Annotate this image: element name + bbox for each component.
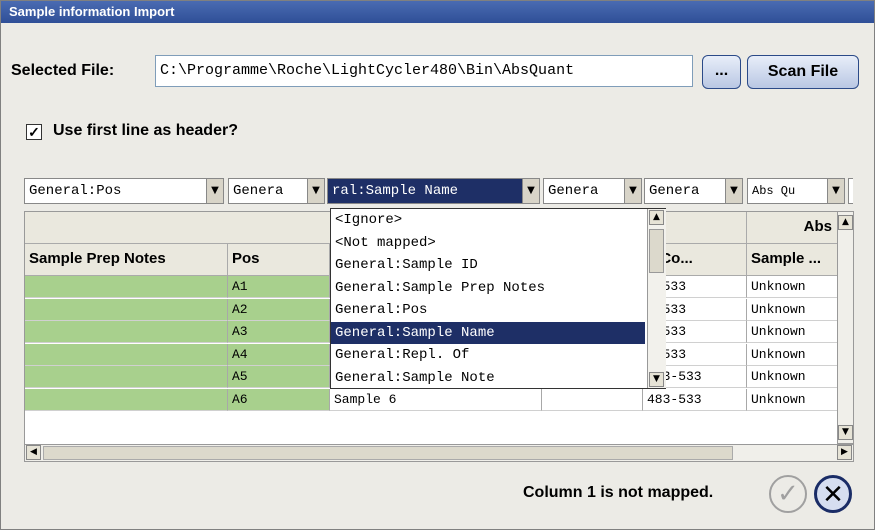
use-header-checkbox[interactable]: ✓ — [26, 124, 42, 140]
chevron-down-icon: ▼ — [624, 179, 641, 203]
grid-horizontal-scrollbar[interactable]: ◀ ▶ — [24, 444, 854, 462]
dropdown-scrollbar[interactable]: ▲ ▼ — [647, 209, 666, 388]
mapping-combo-4-value: Genera — [548, 183, 599, 199]
scroll-left-icon[interactable]: ◀ — [26, 445, 41, 460]
scroll-up-icon[interactable]: ▲ — [838, 215, 853, 230]
sample-import-window: Sample information Import Selected File:… — [0, 0, 875, 530]
mapping-combo-5-value: Genera — [649, 183, 700, 199]
dropdown-option[interactable]: General:Sample ID — [331, 254, 645, 277]
dropdown-option[interactable]: General:Sample Prep Notes — [331, 277, 645, 300]
scan-file-button[interactable]: Scan File — [747, 55, 859, 89]
chevron-down-icon: ▼ — [522, 179, 539, 203]
mapping-combo-1-value: General:Pos — [29, 183, 122, 199]
scroll-down-icon[interactable]: ▼ — [649, 372, 664, 387]
close-icon: ✕ — [822, 480, 844, 510]
table-cell[interactable] — [25, 366, 228, 388]
scroll-down-icon[interactable]: ▼ — [838, 425, 853, 440]
table-cell[interactable]: A2 — [228, 298, 330, 321]
dropdown-scroll-thumb[interactable] — [649, 229, 664, 273]
column-header-sample-prep-notes[interactable]: Sample Prep Notes — [25, 244, 228, 276]
chevron-down-icon: ▼ — [827, 179, 844, 203]
grid-vertical-scrollbar[interactable]: ▲ ▼ — [837, 211, 854, 444]
dropdown-option[interactable]: General:Pos — [331, 299, 645, 322]
status-message: Column 1 is not mapped. — [523, 484, 714, 501]
table-cell[interactable] — [542, 388, 643, 411]
table-cell[interactable] — [25, 321, 228, 343]
mapping-combo-4[interactable]: Genera ▼ — [543, 178, 642, 204]
horizontal-scroll-thumb[interactable] — [43, 446, 733, 460]
column-header-pos[interactable]: Pos — [228, 244, 330, 276]
table-cell[interactable] — [25, 298, 228, 321]
table-cell[interactable]: Unknown — [747, 298, 838, 321]
mapping-combo-6-value: Abs Qu — [752, 184, 796, 198]
table-cell[interactable]: Unknown — [747, 388, 838, 411]
mapping-combo-1[interactable]: General:Pos ▼ — [24, 178, 224, 204]
mapping-combo-2-value: Genera — [233, 183, 284, 199]
mapping-combo-3-value: ral:Sample Name — [332, 183, 459, 199]
table-cell[interactable] — [25, 343, 228, 366]
table-cell[interactable]: Sample 6 — [330, 388, 542, 411]
mapping-dropdown-list: <Ignore> <Not mapped> General:Sample ID Gen… — [330, 208, 666, 389]
cancel-button[interactable]: ✕ — [814, 475, 852, 513]
window-title: Sample information Import — [1, 1, 874, 23]
check-icon: ✓ — [777, 479, 799, 509]
chevron-down-icon: ▼ — [307, 179, 324, 203]
scroll-right-icon[interactable]: ▶ — [837, 445, 852, 460]
chevron-down-icon: ▼ — [206, 179, 223, 203]
column-mapping-bar: General:Pos ▼ Genera ▼ ral:Sample Name ▼… — [24, 175, 853, 209]
file-path-field[interactable]: C:\Programme\Roche\LightCycler480\Bin\Ab… — [155, 55, 693, 87]
table-cell[interactable] — [25, 276, 228, 298]
mapping-combo-2[interactable]: Genera ▼ — [228, 178, 325, 204]
scroll-up-icon[interactable]: ▲ — [649, 210, 664, 225]
column-header-sample-type[interactable]: Sample ... — [747, 244, 838, 276]
dropdown-option[interactable]: General:Sample Name — [331, 321, 645, 344]
table-cell[interactable] — [25, 388, 228, 411]
mapping-combo-3[interactable]: ral:Sample Name ▼ — [327, 178, 540, 204]
table-cell[interactable]: Unknown — [747, 366, 838, 388]
dropdown-option[interactable]: General:Repl. Of — [331, 344, 645, 367]
mapping-combo-7[interactable]: A — [848, 178, 853, 204]
dropdown-options: <Ignore> <Not mapped> General:Sample ID Gen… — [331, 209, 665, 389]
mapping-combo-6[interactable]: Abs Qu ▼ — [747, 178, 845, 204]
mapping-combo-5[interactable]: Genera ▼ — [644, 178, 743, 204]
table-cell[interactable]: A5 — [228, 366, 330, 388]
table-cell[interactable]: Unknown — [747, 321, 838, 343]
table-cell[interactable]: Unknown — [747, 276, 838, 298]
dropdown-option[interactable]: General:Sample Note — [331, 367, 645, 390]
selected-file-label: Selected File: — [11, 62, 115, 79]
dropdown-option[interactable]: <Not mapped> — [331, 232, 645, 255]
table-cell[interactable]: A6 — [228, 388, 330, 411]
table-cell[interactable]: A4 — [228, 343, 330, 366]
table-cell[interactable]: A3 — [228, 321, 330, 343]
browse-button[interactable]: ... — [702, 55, 741, 89]
table-cell[interactable]: A1 — [228, 276, 330, 298]
group-header-abs: Abs — [747, 212, 838, 244]
table-cell[interactable]: Unknown — [747, 343, 838, 366]
confirm-button[interactable]: ✓ — [769, 475, 807, 513]
use-header-label: Use first line as header? — [53, 122, 238, 139]
table-cell[interactable]: 483-533 — [643, 388, 747, 411]
dropdown-option[interactable]: <Ignore> — [331, 209, 645, 232]
chevron-down-icon: ▼ — [725, 179, 742, 203]
